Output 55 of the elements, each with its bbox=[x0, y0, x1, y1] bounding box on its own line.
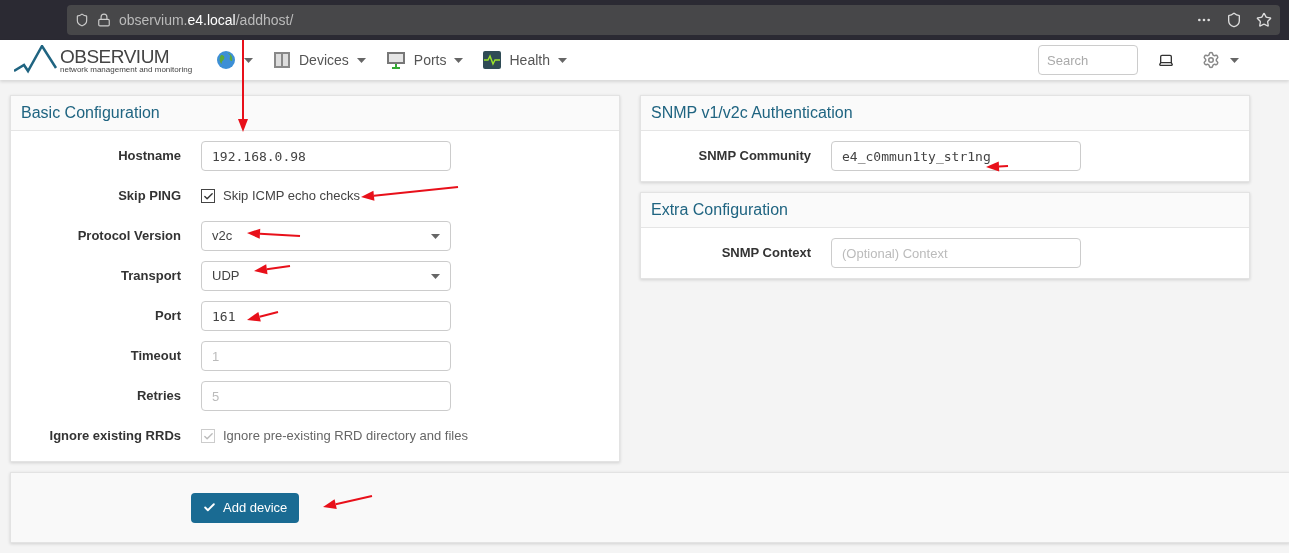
caret-icon bbox=[431, 233, 440, 239]
nav-menu[interactable]: Ports bbox=[385, 40, 464, 80]
address-bar[interactable]: observium.e4.local/addhost/ bbox=[67, 5, 1280, 35]
checkbox-label: Ignore pre-existing RRD directory and files bbox=[223, 427, 468, 446]
annotation-arrow bbox=[254, 264, 291, 275]
field-label: SNMP Community bbox=[697, 147, 811, 166]
caret-icon bbox=[431, 273, 440, 279]
logo-text: OBSERVIUM bbox=[60, 46, 171, 66]
shield-icon bbox=[75, 13, 89, 27]
field-label: Retries bbox=[135, 387, 181, 406]
nav-menu[interactable]: Health bbox=[483, 40, 567, 80]
field-label: Hostname bbox=[117, 147, 181, 166]
field-label: SNMP Context bbox=[720, 244, 811, 263]
logo-tagline: network management and monitoring bbox=[60, 65, 193, 74]
annotation-arrow bbox=[323, 495, 373, 510]
text-field[interactable]: 161 bbox=[201, 301, 451, 331]
add-device-button[interactable]: Add device bbox=[191, 492, 300, 523]
mountain-logo-icon bbox=[14, 45, 58, 75]
caret-icon bbox=[454, 57, 464, 63]
star-icon[interactable] bbox=[1256, 12, 1272, 28]
nav-menu[interactable]: Devices bbox=[273, 40, 366, 80]
field-label: Transport bbox=[120, 267, 181, 286]
caret-icon bbox=[244, 57, 253, 63]
settings-icon[interactable] bbox=[1202, 51, 1220, 69]
caret-icon bbox=[557, 57, 567, 63]
annotation-arrow bbox=[247, 311, 279, 322]
lock-icon bbox=[97, 13, 111, 27]
panel-title: Basic Configuration bbox=[21, 103, 160, 123]
text-field[interactable]: 192.168.0.98 bbox=[201, 141, 451, 171]
checkbox[interactable] bbox=[201, 189, 215, 203]
search-field[interactable]: Search bbox=[1038, 45, 1138, 75]
field-label: Skip PING bbox=[117, 187, 181, 206]
panel-title: SNMP v1/v2c Authentication bbox=[651, 103, 853, 123]
field-label: Ignore existing RRDs bbox=[48, 427, 181, 446]
annotation-arrow bbox=[247, 228, 301, 239]
caret-icon bbox=[1230, 57, 1239, 63]
text-field[interactable]: 5 bbox=[201, 381, 451, 411]
globe-icon bbox=[216, 50, 236, 70]
laptop-icon[interactable] bbox=[1158, 52, 1174, 68]
url-text: observium.e4.local/addhost/ bbox=[119, 10, 294, 30]
text-field[interactable]: (Optional) Context bbox=[831, 238, 1081, 268]
text-field[interactable]: e4_c0mmun1ty_str1ng bbox=[831, 141, 1081, 171]
panel-title: Extra Configuration bbox=[651, 200, 788, 220]
server-rack-icon bbox=[273, 51, 291, 69]
checkbox-label: Skip ICMP echo checks bbox=[223, 187, 361, 206]
field-label: Port bbox=[154, 307, 181, 326]
text-field[interactable]: 1 bbox=[201, 341, 451, 371]
select-field[interactable]: v2c bbox=[201, 221, 451, 251]
field-label: Protocol Version bbox=[76, 227, 181, 246]
network-port-icon bbox=[385, 51, 406, 69]
caret-icon bbox=[356, 57, 366, 63]
field-label: Timeout bbox=[129, 347, 181, 366]
select-field[interactable]: UDP bbox=[201, 261, 451, 291]
check-icon bbox=[203, 501, 216, 514]
heartbeat-icon bbox=[483, 51, 502, 69]
